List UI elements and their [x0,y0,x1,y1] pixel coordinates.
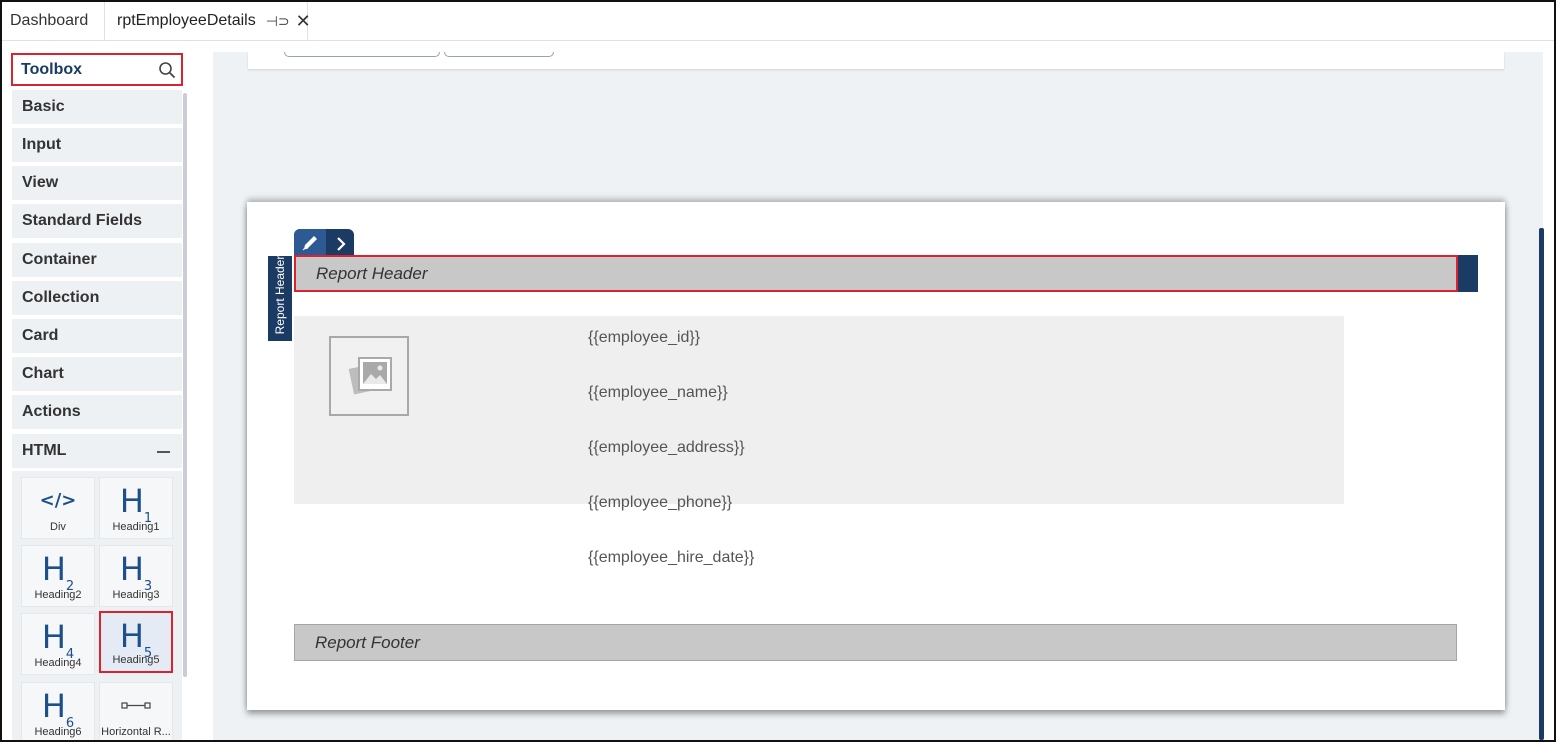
category-label: Basic [22,98,65,115]
category-label: Card [22,327,59,344]
report-header-edge [1458,255,1478,292]
category-standard-fields[interactable]: Standard Fields [12,204,182,240]
top-button-1[interactable] [284,52,440,57]
tab-bar: Dashboard rptEmployeeDetails ⊣⊃ ✕ [2,2,1554,41]
toolbox-search[interactable]: Toolbox [11,53,183,86]
field-employee-hire-date[interactable]: {{employee_hire_date}} [588,549,754,567]
horizontal-rule-icon [100,689,172,723]
category-label: Chart [22,365,64,382]
detail-section[interactable] [294,316,1344,504]
tool-heading5[interactable]: H5 Heading5 [99,611,173,673]
tab-dashboard-label: Dashboard [10,12,89,29]
tool-label: Horizontal R... [101,726,171,738]
tool-label: Heading1 [112,521,160,533]
report-header-title: Report Header [316,263,428,283]
image-icon [348,357,392,395]
toolbox-title: Toolbox [21,60,83,78]
tool-horizontal-rule[interactable]: Horizontal R... [99,682,173,740]
category-label: Container [22,251,97,268]
field-employee-name[interactable]: {{employee_name}} [588,384,728,402]
category-input[interactable]: Input [12,128,182,164]
category-collection[interactable]: Collection [12,281,182,317]
report-header-band[interactable]: Report Header [294,255,1458,292]
category-actions[interactable]: Actions [12,395,182,431]
div-icon: </> [39,490,77,511]
tool-heading4[interactable]: H4 Heading4 [21,613,95,675]
heading6-icon: H6 [41,687,75,731]
tab-active-label: rptEmployeeDetails [117,12,256,29]
category-chart[interactable]: Chart [12,357,182,393]
category-label: Collection [22,289,100,306]
tool-heading6[interactable]: H6 Heading6 [21,682,95,740]
category-label: View [22,174,59,191]
heading3-icon: H3 [119,550,153,594]
category-html[interactable]: HTML [12,434,182,470]
field-employee-phone[interactable]: {{employee_phone}} [588,494,732,512]
tool-heading3[interactable]: H3 Heading3 [99,545,173,607]
heading1-icon: H1 [119,482,153,526]
category-label: Actions [22,403,81,420]
category-basic[interactable]: Basic [12,90,182,126]
pin-icon[interactable]: ⊣⊃ [266,13,290,30]
heading5-icon: H5 [119,617,153,661]
category-label: Standard Fields [22,212,143,229]
section-vertical-label-text: Report Header [273,255,287,335]
tool-div[interactable]: </> Div [21,477,95,539]
tool-label: Div [50,521,66,533]
tool-label: Heading5 [112,654,160,666]
category-label: Input [22,136,62,153]
tab-dashboard[interactable]: Dashboard [10,2,88,40]
tab-rpt-employee-details[interactable]: rptEmployeeDetails ⊣⊃ ✕ [104,2,311,40]
section-vertical-label[interactable]: Report Header [268,256,292,341]
field-employee-id[interactable]: {{employee_id}} [588,329,700,347]
heading2-icon: H2 [41,550,75,594]
tool-label: Heading2 [34,589,82,601]
toolbox-panel: Toolbox Basic Input View Standard Fields… [2,41,188,740]
report-footer-band[interactable]: Report Footer [294,624,1457,661]
category-label: HTML [22,442,67,459]
heading4-icon: H4 [41,618,75,662]
close-icon[interactable]: ✕ [296,11,311,32]
top-button-2[interactable] [444,52,554,57]
html-items-panel: </> Div H1 Heading1 H2 Heading2 H3 Headi… [12,471,182,740]
category-view[interactable]: View [12,166,182,202]
category-container[interactable]: Container [12,243,182,279]
search-icon[interactable] [158,61,176,79]
field-employee-address[interactable]: {{employee_address}} [588,439,745,457]
report-footer-title: Report Footer [315,632,420,652]
tool-heading2[interactable]: H2 Heading2 [21,545,95,607]
app-frame: Dashboard rptEmployeeDetails ⊣⊃ ✕ Toolbo… [0,0,1556,742]
tool-label: Heading6 [34,726,82,738]
canvas-scrollbar[interactable] [1539,228,1544,740]
tool-heading1[interactable]: H1 Heading1 [99,477,173,539]
image-placeholder[interactable] [329,336,409,416]
toolbox-scrollbar[interactable] [183,93,187,677]
collapse-icon[interactable] [157,451,170,453]
category-card[interactable]: Card [12,319,182,355]
tool-label: Heading4 [34,657,82,669]
tool-label: Heading3 [112,589,160,601]
